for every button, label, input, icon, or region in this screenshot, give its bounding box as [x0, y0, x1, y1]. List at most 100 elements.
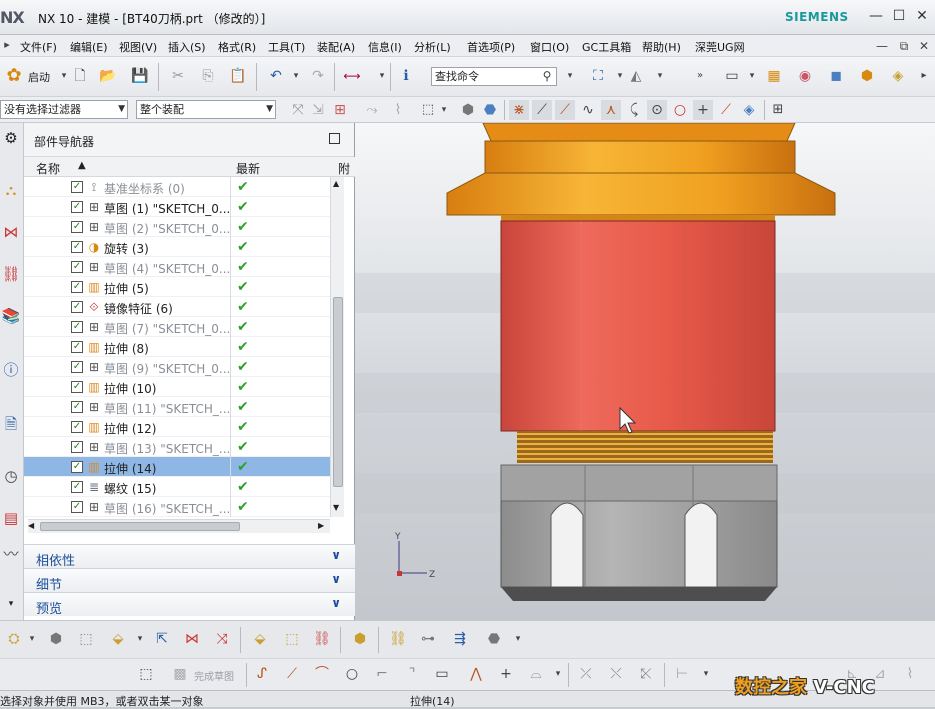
visibility-checkbox[interactable]: ✓ [71, 221, 83, 233]
new-file-icon[interactable]: 🗋 [70, 66, 90, 86]
spline-icon[interactable]: ⌓ [526, 664, 546, 684]
point-on-surface-snap-icon[interactable]: ⟋ [716, 100, 736, 120]
menu-window[interactable]: 窗口(O) [530, 39, 569, 55]
search-dropdown-icon[interactable]: ▾ [560, 66, 580, 86]
midpoint-snap-icon[interactable]: ⟋ [555, 100, 575, 120]
control-point-snap-icon[interactable]: ∿ [578, 100, 598, 120]
reference-set-icon[interactable]: ⇶ [450, 629, 470, 649]
endpoint-snap-icon[interactable]: ⟋ [532, 100, 552, 120]
visibility-checkbox[interactable]: ✓ [71, 181, 83, 193]
display-dropdown-icon[interactable]: ▾ [508, 629, 528, 649]
visibility-checkbox[interactable]: ✓ [71, 361, 83, 373]
menu-info[interactable]: 信息(I) [368, 39, 402, 55]
horizontal-scrollbar[interactable]: ◀ ▶ [28, 519, 330, 533]
overflow-icon[interactable]: » [690, 66, 710, 86]
save-icon[interactable]: 💾 [130, 66, 150, 86]
rapid-dimension-icon[interactable]: ⊢ [672, 664, 692, 684]
solid-body-icon[interactable]: ⬢ [458, 100, 478, 120]
new-component-icon[interactable]: ⬚ [76, 629, 96, 649]
menu-assembly[interactable]: 装配(A) [317, 39, 355, 55]
visibility-checkbox[interactable]: ✓ [71, 341, 83, 353]
cylinder-feature-icon[interactable]: ◉ [795, 66, 815, 86]
arc-center-snap-icon[interactable]: ⤹ [624, 100, 644, 120]
horizontal-scroll-thumb[interactable] [40, 522, 240, 531]
process-studio-icon[interactable]: 〰 [0, 543, 22, 565]
tree-row[interactable]: ✓ ⊞ 草图 (13) "SKETCH_... ✔ [24, 437, 330, 457]
tree-row[interactable]: ✓ ⊞ 草图 (16) "SKETCH_... ✔ [24, 497, 330, 517]
preview-section[interactable]: 预览 ∨ [24, 592, 355, 617]
type-filter-select[interactable]: 没有选择过滤器 ▼ [0, 100, 128, 119]
assembly-constraints-icon[interactable]: ⋈ [182, 629, 202, 649]
selection-scope-select[interactable]: 整个装配 ▼ [136, 100, 276, 119]
render-dropdown-icon[interactable]: ▾ [650, 66, 670, 86]
top-flange[interactable] [482, 123, 796, 142]
visibility-checkbox[interactable]: ✓ [71, 281, 83, 293]
web-browser-icon[interactable]: 🗎 [0, 413, 22, 435]
close-doc-icon[interactable]: ✕ [914, 36, 934, 56]
visibility-checkbox[interactable]: ✓ [71, 501, 83, 513]
visibility-checkbox[interactable]: ✓ [71, 201, 83, 213]
search-icon[interactable]: ⚲ [537, 66, 557, 86]
assembly-load-icon[interactable]: ⛭ [4, 629, 24, 649]
visibility-checkbox[interactable]: ✓ [71, 421, 83, 433]
select-method-dropdown-icon[interactable]: ▾ [434, 100, 454, 120]
assembly-sequence-icon[interactable]: ⬚ [282, 629, 302, 649]
finish-sketch-label[interactable]: 完成草图 [194, 668, 234, 683]
add-component-icon[interactable]: ⬢ [46, 629, 66, 649]
measure-distance-icon[interactable]: ⟷ [342, 66, 362, 86]
menu-tools[interactable]: 工具(T) [268, 39, 305, 55]
curve-dropdown-icon[interactable]: ▾ [548, 664, 568, 684]
circle-icon[interactable]: ○ [342, 664, 362, 684]
feature-body-icon[interactable]: ⬣ [480, 100, 500, 120]
menu-view[interactable]: 视图(V) [119, 39, 157, 55]
measure-dropdown-icon[interactable]: ▾ [372, 66, 392, 86]
quick-extend-icon[interactable]: ⤬ [606, 664, 626, 684]
cut-icon[interactable]: ✂ [168, 66, 188, 86]
assembly-dropdown-icon[interactable]: ▾ [22, 629, 42, 649]
vertical-scrollbar[interactable]: ▲ ▼ [330, 177, 344, 517]
vertical-scroll-thumb[interactable] [333, 297, 343, 487]
shank-body[interactable] [500, 220, 776, 432]
move-component-icon[interactable]: ⇱ [152, 629, 172, 649]
product-interface-icon[interactable]: ⬢ [350, 629, 370, 649]
array-dropdown-icon[interactable]: ▾ [130, 629, 150, 649]
block-feature-icon[interactable]: ◼ [826, 66, 846, 86]
exploded-view-icon[interactable]: ⬙ [250, 629, 270, 649]
copy-icon[interactable]: ⎘ [198, 66, 218, 86]
menu-preferences[interactable]: 首选项(P) [467, 39, 515, 55]
visibility-checkbox[interactable]: ✓ [71, 261, 83, 273]
bounded-grid-snap-icon[interactable]: ◈ [739, 100, 759, 120]
show-hide-constraints-icon[interactable]: ⤨ [212, 629, 232, 649]
curve-intent-icon[interactable]: ⌇ [388, 100, 408, 120]
part-navigator-icon[interactable]: ⛓ [0, 263, 22, 285]
part-family-icon[interactable]: ⊶ [418, 629, 438, 649]
menu-arrow-icon[interactable]: ▸ [0, 36, 14, 54]
tree-row[interactable]: ✓ ⊞ 草图 (11) "SKETCH_... ✔ [24, 397, 330, 417]
tree-row[interactable]: ✓ ⊞ 草图 (2) "SKETCH_0... ✔ [24, 217, 330, 237]
rectangle-dropdown-icon[interactable]: ▾ [742, 66, 762, 86]
fit-view-icon[interactable]: ⛶ [588, 66, 608, 86]
rectangle-view-icon[interactable]: ▭ [722, 66, 742, 86]
point-on-curve-snap-icon[interactable]: + [693, 100, 713, 120]
menu-insert[interactable]: 插入(S) [168, 39, 206, 55]
column-latest-header[interactable]: 最新 [236, 160, 260, 177]
tree-row[interactable]: ✓ ▥ 拉伸 (10) ✔ [24, 377, 330, 397]
undo-dropdown-icon[interactable]: ▾ [286, 66, 306, 86]
menu-file[interactable]: 文件(F) [20, 39, 57, 55]
select-all-icon[interactable]: ⊞ [330, 100, 350, 120]
dependencies-section[interactable]: 相依性 ∨ [24, 544, 355, 569]
filter-setting-icon[interactable]: ⇲ [308, 100, 328, 120]
fillet-icon[interactable]: ⌐ [372, 664, 392, 684]
constraint-navigator-icon[interactable]: ⋈ [0, 221, 22, 243]
show-constraints-icon[interactable]: ⌇ [900, 664, 920, 684]
maximize-button[interactable]: ☐ [889, 7, 909, 25]
start-icon[interactable]: ✿ [4, 66, 24, 86]
thread-feature[interactable] [517, 431, 773, 463]
line-icon[interactable]: ⟋ [282, 664, 302, 684]
polygon-icon[interactable]: ⋀ [466, 664, 486, 684]
system-materials-icon[interactable]: ▤ [0, 507, 22, 529]
visibility-checkbox[interactable]: ✓ [71, 381, 83, 393]
restore-window-icon[interactable]: ⧉ [894, 36, 914, 56]
flange-cone[interactable] [446, 172, 836, 216]
wave-linker-icon[interactable]: ⛓ [312, 629, 332, 649]
